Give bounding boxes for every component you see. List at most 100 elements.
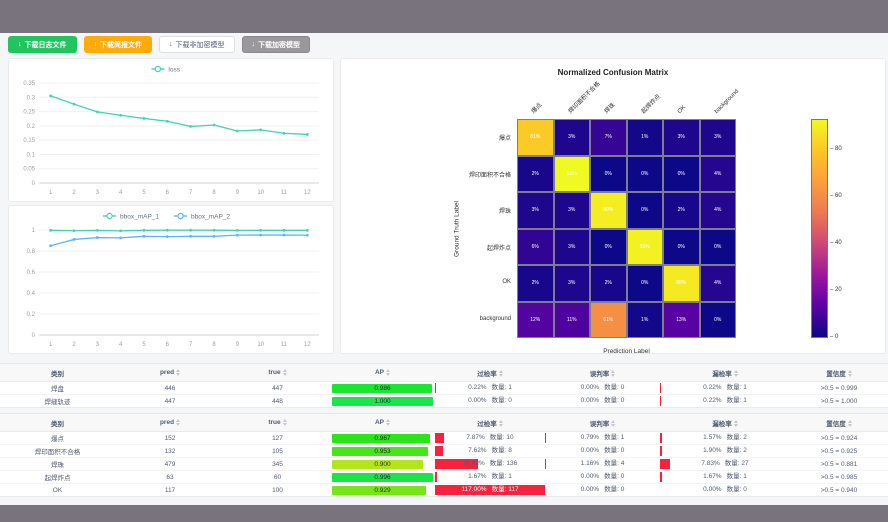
rate-quantity: 数量: 1 [727, 471, 747, 483]
column-header-5[interactable]: 过检率 [435, 364, 545, 382]
svg-text:11: 11 [281, 342, 288, 348]
legend-item-bbox_mAP_1[interactable]: bbox_mAP_1 [103, 213, 159, 220]
sort-carets-icon[interactable] [176, 369, 180, 376]
column-header-6[interactable]: 误判率 [545, 414, 660, 432]
column-header-8[interactable]: 置信度 [790, 414, 888, 432]
svg-text:11: 11 [281, 190, 288, 196]
rate-percent: 0.00% [581, 445, 599, 457]
rate-quantity: 数量: 1 [492, 382, 512, 394]
rate-cell: 1.57%数量: 2 [660, 432, 790, 444]
column-header-3[interactable]: true [225, 414, 330, 432]
svg-text:1: 1 [49, 190, 53, 196]
sort-carets-icon[interactable] [283, 419, 287, 426]
matrix-cell: 81% [517, 119, 554, 156]
ap-cell: 0.986 [330, 382, 435, 395]
column-header-2[interactable]: pred [115, 364, 225, 382]
column-header-label: 过检率 [477, 421, 497, 428]
sort-carets-icon[interactable] [848, 370, 852, 377]
rate-text: 0.79%数量: 1 [545, 432, 660, 444]
sort-carets-icon[interactable] [611, 370, 615, 377]
sort-carets-icon[interactable] [734, 420, 738, 427]
matrix-col-label: 起焊炸点 [638, 92, 661, 115]
svg-text:4: 4 [119, 342, 123, 348]
matrix-cell: 89% [663, 265, 700, 302]
sort-carets-icon[interactable] [499, 420, 503, 427]
column-header-8[interactable]: 置信度 [790, 364, 888, 382]
matrix-cell: 1% [627, 119, 664, 156]
sort-carets-icon[interactable] [611, 420, 615, 427]
rate-quantity: 数量: 2 [727, 445, 747, 457]
svg-text:5: 5 [142, 342, 146, 348]
download-button-2[interactable]: ↓下载非加密模型 [159, 36, 235, 53]
sort-carets-icon[interactable] [386, 369, 390, 376]
svg-text:2: 2 [72, 190, 76, 196]
rate-cell: 0.00%数量: 0 [545, 445, 660, 457]
rate-percent: 0.22% [703, 395, 721, 407]
svg-text:0.1: 0.1 [27, 152, 36, 158]
ap-value: 0.929 [332, 486, 433, 495]
matrix-cell: 13% [663, 302, 700, 339]
column-header-label: 漏检率 [712, 371, 732, 378]
matrix-cell: 0% [663, 156, 700, 193]
miss-detect-cell: 0.00%数量: 0 [660, 484, 790, 497]
rate-quantity: 数量: 1 [727, 382, 747, 394]
download-button-0[interactable]: ↓下载日志文件 [8, 36, 77, 53]
rate-cell: 0.00%数量: 0 [435, 395, 545, 407]
matrix-cell: 91% [627, 229, 664, 266]
sort-carets-icon[interactable] [734, 370, 738, 377]
rate-percent: 0.00% [468, 395, 486, 407]
ap-cell: 0.953 [330, 445, 435, 458]
rate-cell: 0.22% 数量: 1 [435, 382, 545, 394]
sort-carets-icon[interactable] [848, 420, 852, 427]
sort-carets-icon[interactable] [176, 419, 180, 426]
misjudge-cell: 0.00%数量: 0 [545, 382, 660, 395]
download-button-3[interactable]: ↓下载加密模型 [242, 36, 311, 53]
column-header-5[interactable]: 过检率 [435, 414, 545, 432]
column-header-label: 漏检率 [712, 421, 732, 428]
rate-cell: 0.00%数量: 0 [545, 471, 660, 483]
svg-text:5: 5 [142, 190, 146, 196]
matrix-cell: 0% [590, 156, 627, 193]
sort-carets-icon[interactable] [499, 370, 503, 377]
rate-text: 0.22%数量: 1 [660, 382, 790, 394]
svg-text:0.05: 0.05 [23, 167, 35, 173]
ap-cell: 0.967 [330, 432, 435, 445]
matrix-cell: 3% [554, 265, 591, 302]
legend-item-loss[interactable]: loss [151, 66, 180, 73]
sort-carets-icon[interactable] [283, 369, 287, 376]
column-header-2[interactable]: pred [115, 414, 225, 432]
ap-cell: 0.996 [330, 471, 435, 484]
true-cell: 100 [225, 484, 330, 497]
summary-metrics-table: 类别predtrueAP过检率误判率漏检率置信度焊盘4464470.9860.2… [0, 363, 888, 408]
sort-carets-icon[interactable] [386, 419, 390, 426]
matrix-cell: 93% [554, 156, 591, 193]
column-header-7[interactable]: 漏检率 [660, 414, 790, 432]
column-header-4[interactable]: AP [330, 414, 435, 432]
rate-percent: 117.00% [461, 484, 486, 496]
button-label: 下载加密模型 [258, 40, 300, 50]
matrix-cell: 3% [663, 119, 700, 156]
button-label: 下载非加密模型 [176, 40, 225, 50]
svg-text:6: 6 [166, 342, 170, 348]
legend-item-bbox_mAP_2[interactable]: bbox_mAP_2 [174, 213, 230, 220]
rate-cell: 1.67%数量: 1 [435, 471, 545, 483]
true-cell: 448 [225, 395, 330, 408]
confidence-cell: >0.5 = 0.881 [790, 458, 888, 471]
column-header-label: true [268, 369, 280, 376]
loss-chart-card: 00.050.10.150.20.250.30.3512345678910111… [8, 58, 334, 202]
svg-text:12: 12 [304, 190, 311, 196]
column-header-4[interactable]: AP [330, 364, 435, 382]
download-button-1[interactable]: ↓下载简报文件 [84, 36, 153, 53]
column-header-6[interactable]: 误判率 [545, 364, 660, 382]
over-detect-cell: 0.00%数量: 0 [435, 395, 545, 408]
svg-text:7: 7 [189, 190, 193, 196]
column-header-7[interactable]: 漏检率 [660, 364, 790, 382]
rate-percent: 1.67% [468, 471, 486, 483]
matrix-cell: 12% [517, 302, 554, 339]
svg-text:3: 3 [96, 190, 100, 196]
misjudge-cell: 0.00%数量: 0 [545, 445, 660, 458]
rate-percent: 0.22% [468, 382, 486, 394]
true-cell: 60 [225, 471, 330, 484]
matrix-cell: 11% [554, 302, 591, 339]
column-header-3[interactable]: true [225, 364, 330, 382]
